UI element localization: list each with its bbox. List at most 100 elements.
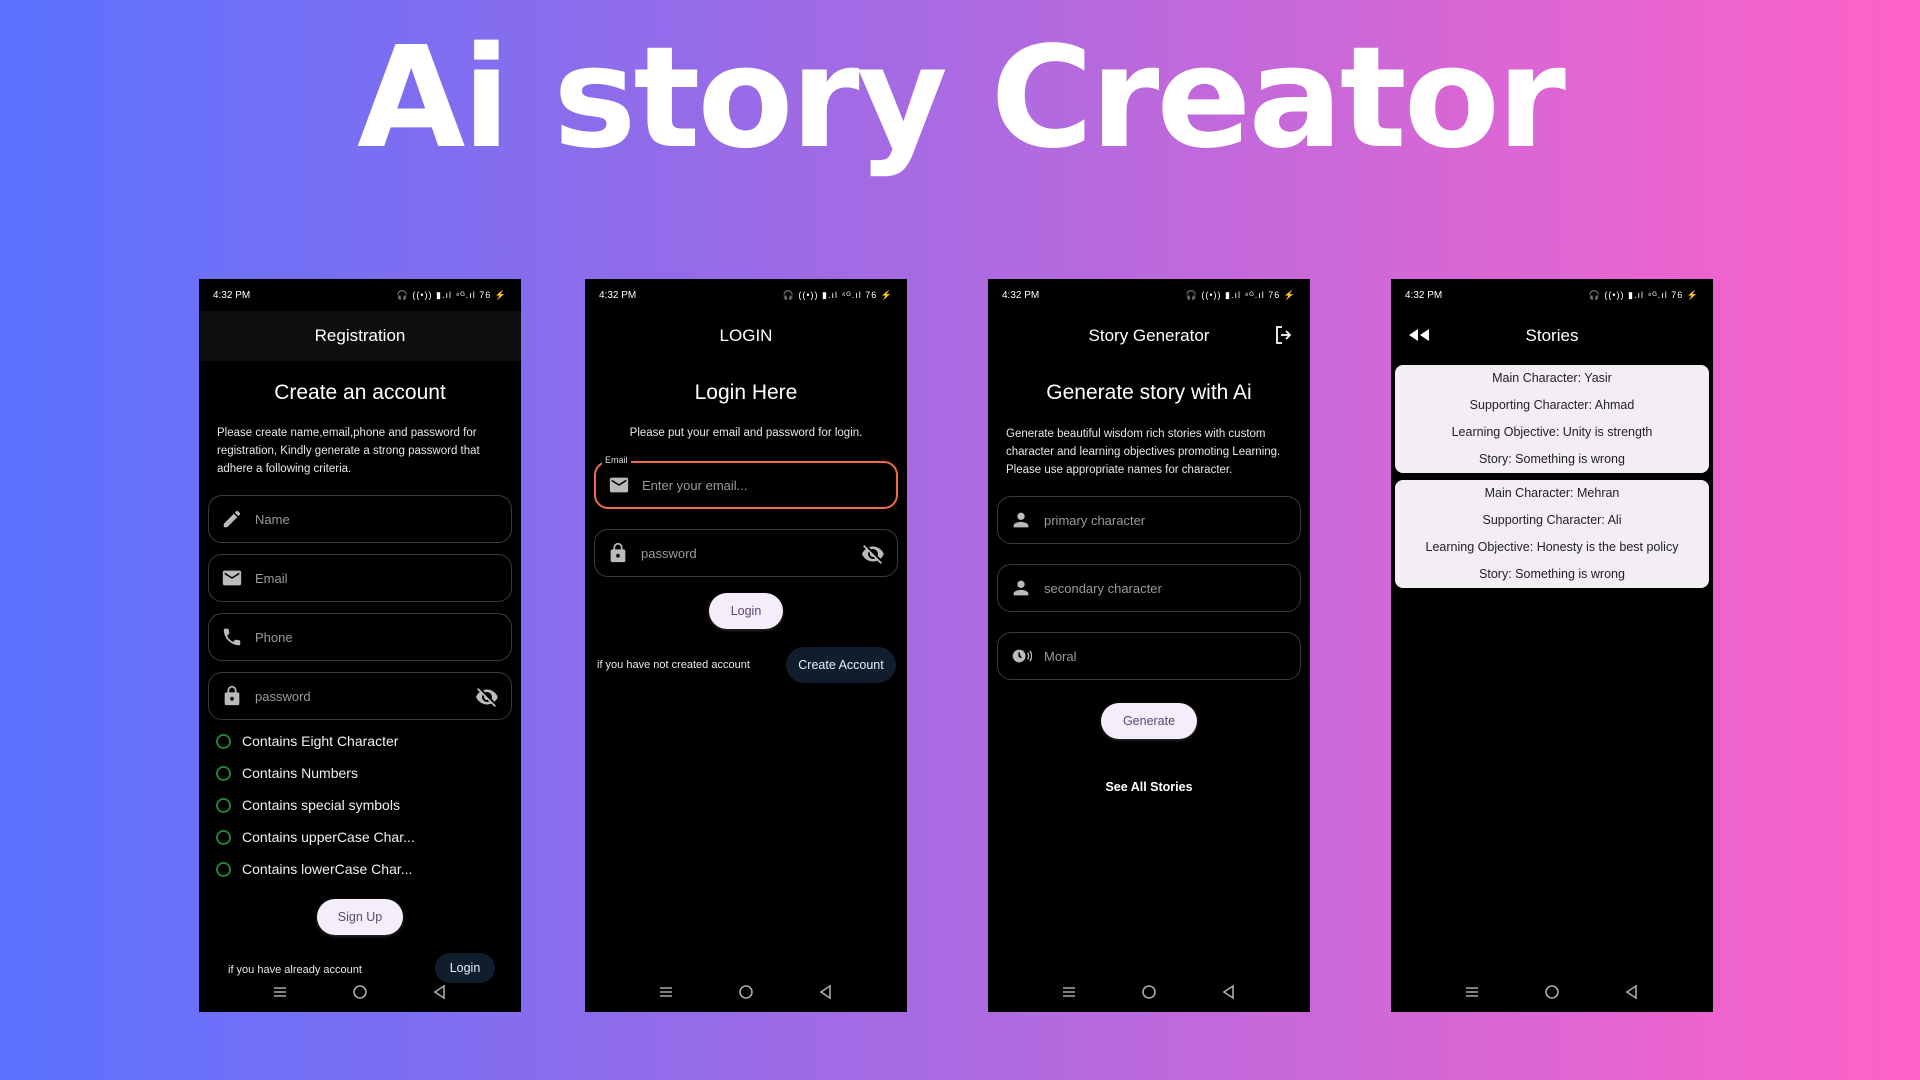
no-account-text: if you have not created account [597,659,750,671]
password-field[interactable]: password [594,529,898,577]
radio-circle-icon [216,797,231,813]
home-icon[interactable] [351,983,369,1001]
system-nav-bar [199,972,521,1012]
page-description: Please create name,email,phone and passw… [217,427,480,475]
create-account-button[interactable]: Create Account [786,647,896,683]
status-bar: 4:32 PM 🎧 ((•)) ▮.ıl ⁴ᴳ.ıl 76 ⚡ [585,279,907,311]
mail-icon [222,570,242,586]
name-field[interactable]: Name [208,495,512,543]
menu-icon[interactable] [1463,983,1481,1001]
app-bar: LOGIN [585,311,907,361]
criteria-label: Contains special symbols [242,797,400,813]
status-time: 4:32 PM [213,289,251,301]
app-bar: Stories [1391,311,1713,361]
email-field-placeholder: Email [255,570,288,586]
back-icon[interactable] [431,983,449,1001]
name-field-placeholder: Name [255,511,290,527]
home-icon[interactable] [1140,983,1158,1001]
see-all-stories-link[interactable]: See All Stories [988,780,1310,794]
email-field-placeholder: Enter your email... [642,477,748,493]
system-nav-bar [1391,972,1713,1012]
criteria-item[interactable]: Contains Numbers [216,765,358,781]
menu-icon[interactable] [1060,983,1078,1001]
story-supporting-character: Supporting Character: Ahmad [1469,398,1635,412]
menu-icon[interactable] [271,983,289,1001]
visibility-off-icon[interactable] [475,685,499,709]
page-description: Generate beautiful wisdom rich stories w… [1006,428,1281,476]
moral-icon [1012,649,1032,663]
system-nav-bar [585,972,907,1012]
email-field[interactable]: Email [208,554,512,602]
phone-field-placeholder: Phone [255,629,293,645]
criteria-item[interactable]: Contains upperCase Char... [216,829,415,845]
primary-character-field[interactable]: primary character [997,496,1301,544]
sign-up-button[interactable]: Sign Up [317,899,403,935]
login-screen: 4:32 PM 🎧 ((•)) ▮.ıl ⁴ᴳ.ıl 76 ⚡ LOGIN Lo… [585,279,907,1012]
criteria-item[interactable]: Contains Eight Character [216,733,398,749]
pencil-icon [223,510,241,528]
radio-circle-icon [216,861,231,877]
app-bar-title: Registration [314,326,406,345]
back-icon[interactable] [1623,983,1641,1001]
password-field-placeholder: password [255,688,311,704]
criteria-label: Contains lowerCase Char... [242,861,413,877]
primary-character-placeholder: primary character [1044,512,1146,528]
story-generator-screen: 4:32 PM 🎧 ((•)) ▮.ıl ⁴ᴳ.ıl 76 ⚡ Story Ge… [988,279,1310,1012]
logout-icon[interactable] [1272,323,1296,347]
app-bar: Story Generator [988,311,1310,361]
stories-screen: 4:32 PM 🎧 ((•)) ▮.ıl ⁴ᴳ.ıl 76 ⚡ Stories … [1391,279,1713,1012]
story-supporting-character: Supporting Character: Ali [1482,513,1622,527]
app-bar-title: Story Generator [1088,326,1210,345]
rewind-back-icon[interactable] [1405,325,1431,345]
app-bar: Registration [199,311,521,361]
home-icon[interactable] [737,983,755,1001]
login-button[interactable]: Login [709,593,783,629]
lock-icon [610,542,626,563]
email-field-label: Email [602,455,631,465]
lock-icon [224,685,240,706]
story-learning-objective: Learning Objective: Unity is strength [1451,425,1653,439]
criteria-label: Contains Numbers [242,765,358,781]
radio-circle-icon [216,765,231,781]
status-indicators: 🎧 ((•)) ▮.ıl ⁴ᴳ.ıl 76 ⚡ [1588,289,1699,300]
status-indicators: 🎧 ((•)) ▮.ıl ⁴ᴳ.ıl 76 ⚡ [1185,289,1296,300]
email-field[interactable]: Enter your email... [594,461,898,509]
status-indicators: 🎧 ((•)) ▮.ıl ⁴ᴳ.ıl 76 ⚡ [782,289,893,300]
status-time: 4:32 PM [1002,289,1040,301]
criteria-item[interactable]: Contains lowerCase Char... [216,861,412,877]
phone-icon [223,628,241,646]
criteria-item[interactable]: Contains special symbols [216,797,400,813]
person-icon [1013,580,1029,596]
menu-icon[interactable] [657,983,675,1001]
back-icon[interactable] [1220,983,1238,1001]
radio-circle-icon [216,733,231,749]
moral-placeholder: Moral [1044,648,1077,664]
story-card[interactable]: Main Character: Yasir Supporting Charact… [1395,365,1709,473]
banner-title: Ai story Creator [357,17,1566,180]
password-field-placeholder: password [641,545,697,561]
criteria-label: Contains upperCase Char... [242,829,415,845]
password-field[interactable]: password [208,672,512,720]
system-nav-bar [988,972,1310,1012]
secondary-character-placeholder: secondary character [1044,580,1162,596]
page-heading: Generate story with Ai [1046,381,1252,404]
generate-button[interactable]: Generate [1101,703,1197,739]
secondary-character-field[interactable]: secondary character [997,564,1301,612]
story-learning-objective: Learning Objective: Honesty is the best … [1425,540,1679,554]
status-time: 4:32 PM [599,289,637,301]
registration-screen: 4:32 PM 🎧 ((•)) ▮.ıl ⁴ᴳ.ıl 76 ⚡ Registra… [199,279,521,1012]
back-icon[interactable] [817,983,835,1001]
story-text: Story: Something is wrong [1479,567,1625,581]
phone-field[interactable]: Phone [208,613,512,661]
status-bar: 4:32 PM 🎧 ((•)) ▮.ıl ⁴ᴳ.ıl 76 ⚡ [1391,279,1713,311]
app-bar-title: LOGIN [719,326,773,345]
page-description: Please put your email and password for l… [629,427,863,439]
app-bar-title: Stories [1525,326,1579,345]
story-card[interactable]: Main Character: Mehran Supporting Charac… [1395,480,1709,588]
story-main-character: Main Character: Yasir [1492,371,1612,385]
home-icon[interactable] [1543,983,1561,1001]
status-bar: 4:32 PM 🎧 ((•)) ▮.ıl ⁴ᴳ.ıl 76 ⚡ [988,279,1310,311]
visibility-off-icon[interactable] [861,542,885,566]
criteria-label: Contains Eight Character [242,733,399,749]
moral-field[interactable]: Moral [997,632,1301,680]
